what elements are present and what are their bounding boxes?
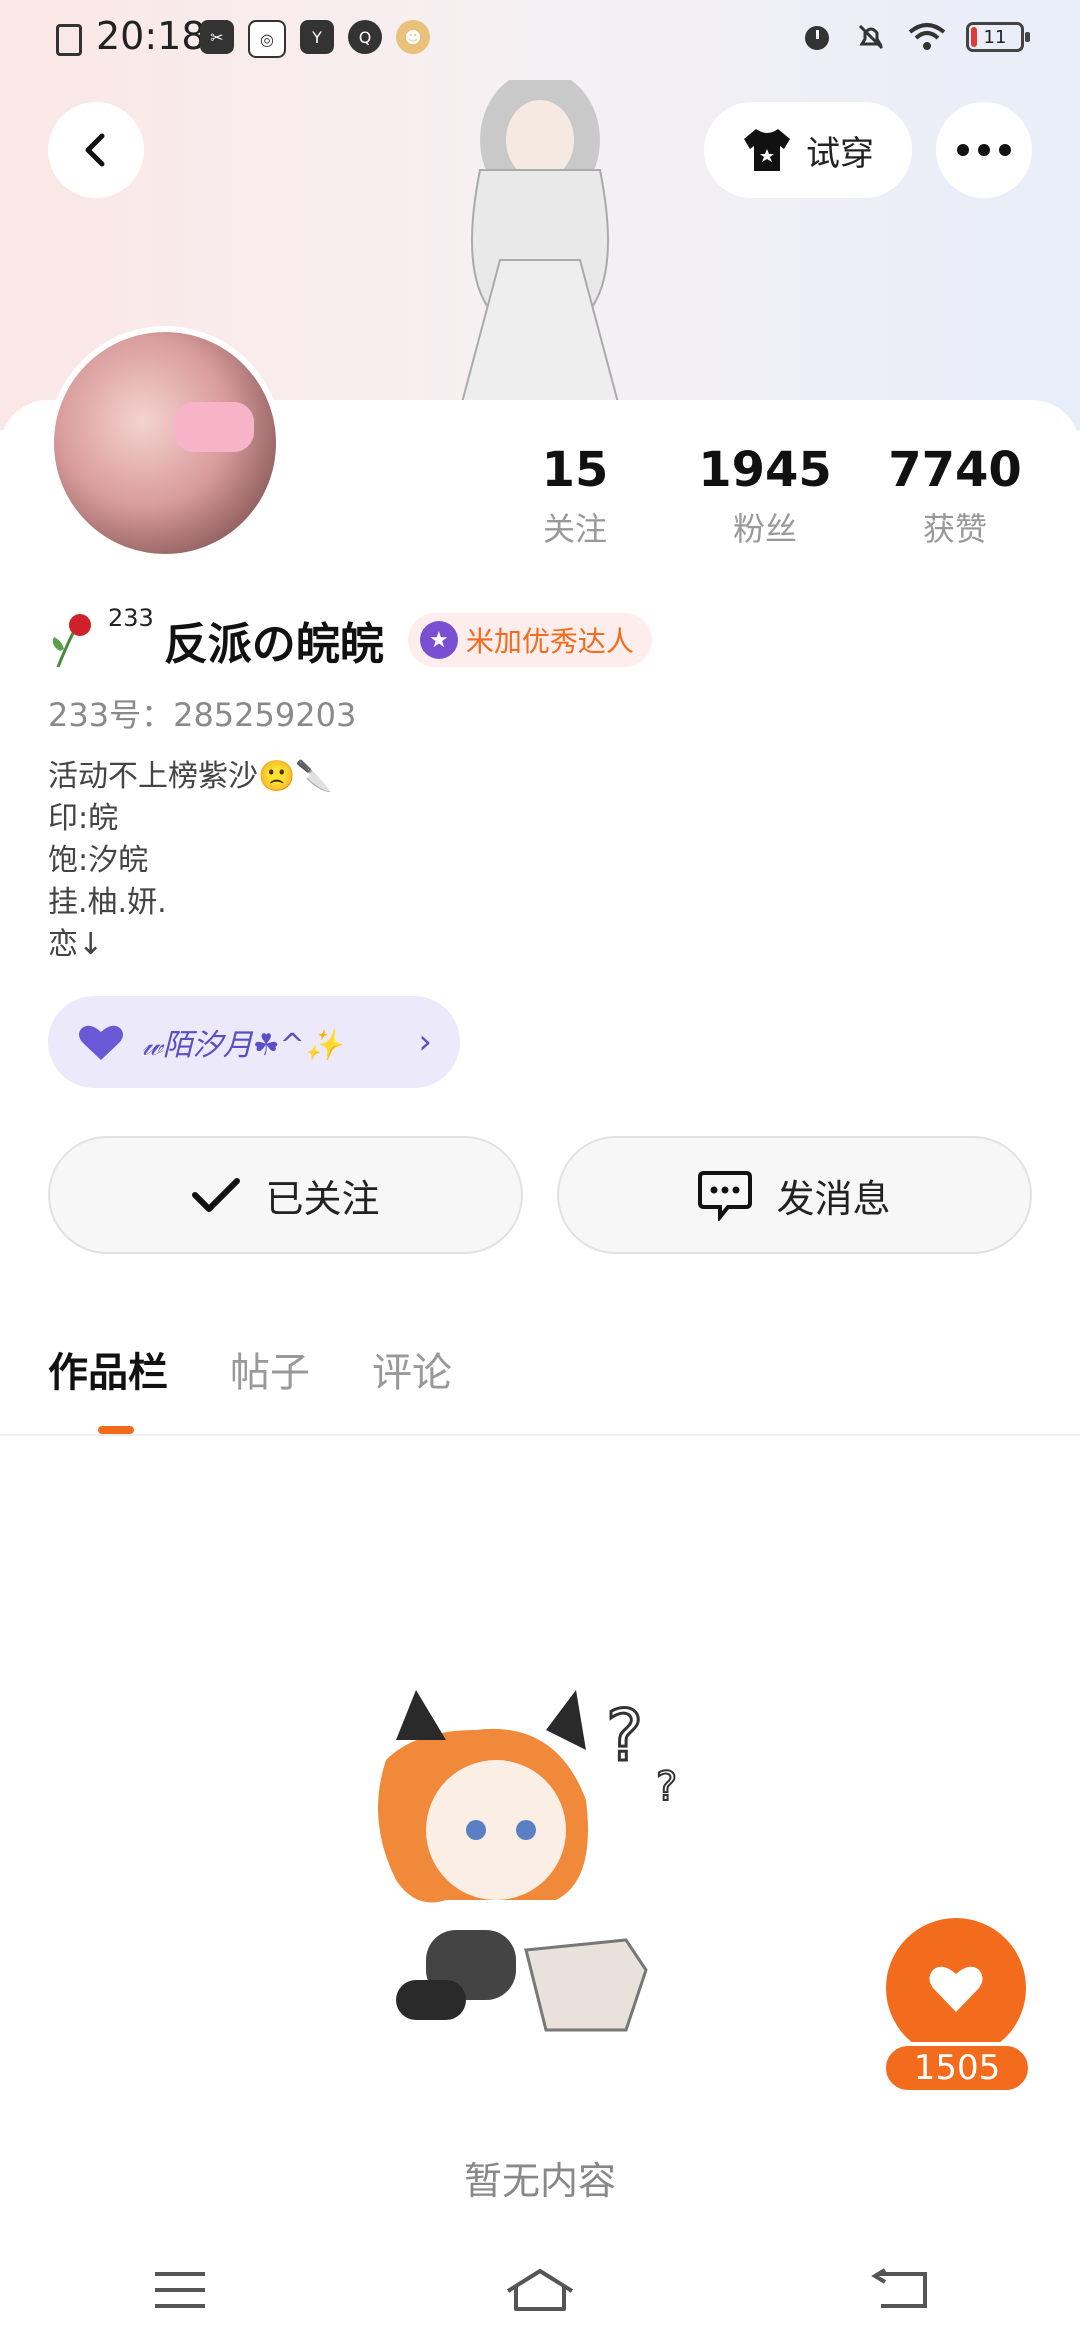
bio-line: 印:皖: [48, 801, 119, 836]
system-nav-bar: [0, 2240, 1080, 2340]
status-app-icons: ✂ ◎ Y Q ☻: [200, 20, 430, 58]
message-label: 发消息: [776, 1176, 891, 1221]
stat-followers[interactable]: 1945 粉丝: [670, 440, 860, 550]
screenshot-icon: ✂: [200, 20, 234, 54]
check-icon: [192, 1178, 241, 1212]
stat-value: 7740: [888, 442, 1022, 498]
empty-state-text: 暂无内容: [463, 2159, 616, 2203]
group-name: 𝓌陌汐月☘^✨: [142, 1028, 343, 1063]
chat-bubble-icon: [698, 1171, 753, 1221]
bio-line: 饱:汐皖: [48, 843, 149, 878]
stat-likes[interactable]: 7740 获赞: [860, 440, 1050, 550]
youku-icon: Y: [300, 20, 334, 54]
shirt-icon: [744, 129, 790, 171]
chevron-right-icon: ›: [418, 1022, 432, 1062]
svg-text:?: ?: [656, 1764, 677, 1810]
svg-text:?: ?: [606, 1695, 643, 1777]
monkey-icon: ☻: [396, 20, 430, 54]
stat-value: 1945: [698, 442, 832, 498]
followed-button[interactable]: 已关注: [48, 1136, 523, 1254]
qq-icon: ◎: [248, 20, 286, 58]
username: 反派の皖皖: [163, 619, 384, 670]
stat-following[interactable]: 15 关注: [480, 440, 670, 550]
battery-icon: 11: [966, 22, 1030, 52]
battery-level: 11: [983, 26, 1007, 48]
home-nav-button[interactable]: [490, 2260, 590, 2320]
bio-line: 挂.柚.妍.: [48, 885, 167, 920]
try-on-label: 试穿: [806, 133, 874, 174]
heart-icon: [929, 1966, 983, 2012]
file-icon: [56, 24, 82, 56]
bio: 活动不上榜紫沙🙁🔪 印:皖 饱:汐皖 挂.柚.妍. 恋↓: [48, 756, 333, 966]
status-time: 20:18: [96, 14, 206, 58]
stat-value: 15: [541, 442, 609, 498]
tab-comments[interactable]: 评论: [372, 1340, 452, 1398]
action-row: 已关注 发消息: [48, 1136, 1032, 1254]
avatar-bow: [174, 402, 254, 452]
stat-label: 关注: [542, 510, 607, 548]
status-bar: 20:18 ✂ ◎ Y Q ☻ 11: [0, 0, 1080, 84]
message-button[interactable]: 发消息: [557, 1136, 1032, 1254]
menu-icon: [155, 2272, 205, 2308]
bio-line: 活动不上榜紫沙🙁🔪: [48, 759, 333, 794]
like-count: 1505: [882, 2042, 1032, 2094]
stat-label: 粉丝: [732, 510, 797, 548]
talent-star-icon: ★: [419, 621, 458, 659]
bio-line: 恋↓: [48, 927, 104, 962]
alarm-icon: [805, 26, 829, 50]
more-button[interactable]: [936, 102, 1032, 198]
followed-label: 已关注: [265, 1176, 380, 1221]
status-right: 11: [800, 20, 1030, 54]
home-icon: [506, 2269, 574, 2311]
mute-bell-icon: [858, 24, 884, 50]
user-id: 233号：285259203: [48, 696, 357, 734]
tab-works[interactable]: 作品栏: [48, 1340, 168, 1398]
name-row: 233 反派の皖皖 ★ 米加优秀达人: [48, 604, 652, 672]
tab-divider: [0, 1434, 1080, 1436]
try-on-button[interactable]: 试穿: [704, 102, 912, 198]
talent-badge[interactable]: ★ 米加优秀达人: [407, 613, 652, 667]
back-button[interactable]: [48, 102, 144, 198]
like-button[interactable]: [886, 1918, 1026, 2058]
menu-nav-button[interactable]: [130, 2260, 230, 2320]
more-dots-icon: [957, 144, 1011, 156]
level-number: 233: [108, 604, 154, 632]
tab-posts[interactable]: 帖子: [230, 1340, 310, 1398]
tab-indicator: [98, 1426, 134, 1434]
rose-icon: [52, 614, 91, 668]
content-tabs: 作品栏 帖子 评论: [48, 1340, 452, 1398]
empty-state-illustration: ? ?: [378, 1690, 678, 2032]
talent-label: 米加优秀达人: [465, 625, 634, 658]
wifi-icon: [908, 23, 946, 50]
avatar-figure: [458, 80, 622, 410]
heart-icon: [79, 1025, 123, 1060]
profile-avatar[interactable]: [48, 326, 282, 560]
group-pill[interactable]: 𝓌陌汐月☘^✨ ›: [48, 996, 460, 1088]
browser-icon: Q: [348, 20, 382, 54]
stat-label: 获赞: [922, 510, 987, 548]
stats-row: 15 关注 1945 粉丝 7740 获赞: [480, 440, 1050, 550]
back-nav-button[interactable]: [850, 2260, 950, 2320]
chevron-left-icon: [85, 133, 105, 167]
return-icon: [871, 2268, 927, 2308]
